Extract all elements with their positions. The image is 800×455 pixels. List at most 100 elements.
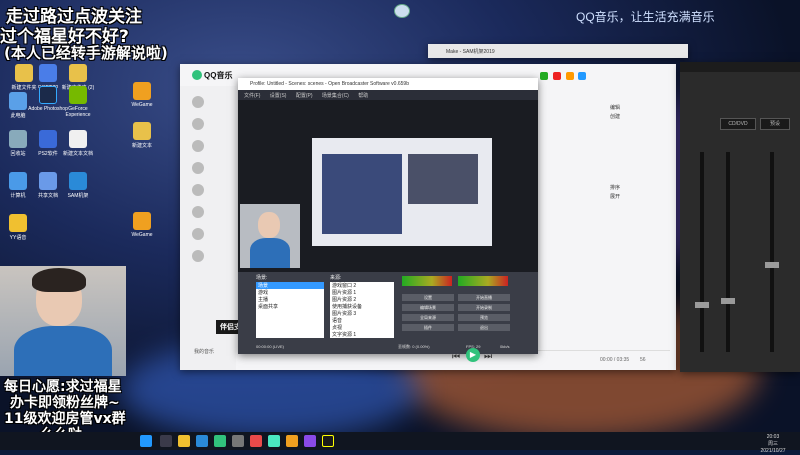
preview-webcam: [240, 204, 300, 268]
start-stream-button[interactable]: 开始直播: [458, 294, 510, 301]
app-icon[interactable]: [565, 72, 574, 80]
task-view-icon[interactable]: [160, 435, 172, 447]
app-icon[interactable]: [540, 72, 548, 80]
settings-button[interactable]: 设置: [402, 294, 454, 301]
mascot-icon: [394, 4, 410, 18]
start-recording-button[interactable]: 开始录制: [458, 304, 510, 311]
obs-titlebar[interactable]: Profile: Untitled - Scenes: scenes - Ope…: [238, 78, 538, 90]
cd-dvd-button[interactable]: CD/DVD: [720, 118, 756, 130]
qq-music-logo-icon: [192, 70, 202, 80]
sidebar-item[interactable]: [192, 118, 204, 130]
preset-button[interactable]: 预设: [760, 118, 790, 130]
obs-taskbar-icon[interactable]: [232, 435, 244, 447]
qq-music-app-name: QQ音乐: [204, 71, 233, 80]
taskbar-clock[interactable]: 20:03 周三 2021/10/27: [748, 434, 798, 455]
qq-music-taskbar-icon[interactable]: [214, 435, 226, 447]
source-item[interactable]: 语音: [330, 317, 394, 324]
sidebar-item[interactable]: [192, 184, 204, 196]
app-icon[interactable]: [268, 435, 280, 447]
qq-music-button[interactable]: 创建: [610, 113, 670, 120]
qq-music-button[interactable]: 编辑: [610, 104, 670, 111]
sam-window-titlebar[interactable]: Make - SAM机架2019: [428, 44, 688, 58]
desktop-icon[interactable]: GeForce Experience: [56, 86, 100, 118]
menu-item-profile[interactable]: 配置(P): [296, 93, 313, 99]
windows-start-icon[interactable]: [140, 435, 152, 447]
source-item[interactable]: 文字资源 1: [330, 331, 394, 338]
sidebar-item[interactable]: [192, 250, 204, 262]
scene-item[interactable]: 场景: [256, 282, 324, 289]
overlay-note-text: (本人已经转手游解说啦): [4, 44, 168, 62]
desktop-icon[interactable]: 新建文本: [120, 122, 164, 149]
wegame-icon[interactable]: [286, 435, 298, 447]
sources-list[interactable]: 游戏窗口 2 图片资源 1 图片资源 2 使用捕获设备 图片资源 3 语音 贞视…: [330, 282, 394, 338]
menu-item-settings[interactable]: 设置(S): [270, 93, 287, 99]
desktop-icon[interactable]: SAM机架: [56, 172, 100, 199]
source-item[interactable]: 图片资源 2: [330, 296, 394, 303]
scenes-list[interactable]: 场景 游戏 主播 桌面共享: [256, 282, 324, 338]
streamer-body: [14, 326, 112, 376]
app-icon: [9, 214, 27, 232]
preview-nested-window: [408, 154, 478, 204]
obs-preview: [238, 100, 538, 272]
app-icon[interactable]: [552, 72, 561, 80]
sidebar-item[interactable]: [192, 96, 204, 108]
menu-item-file[interactable]: 文件(F): [244, 93, 260, 99]
fader-knob[interactable]: [695, 302, 709, 308]
fader-track: [770, 152, 774, 352]
audio-meter-desktop: [458, 276, 508, 286]
desktop-icon[interactable]: YY语音: [0, 214, 40, 241]
plugins-button[interactable]: 插件: [402, 324, 454, 331]
app-icon: [39, 130, 57, 148]
fader-knob[interactable]: [765, 262, 779, 268]
desktop-icon[interactable]: 新建文本文档: [56, 130, 100, 157]
edit-scene-button[interactable]: 编辑场景: [402, 304, 454, 311]
sidebar-item[interactable]: [192, 228, 204, 240]
next-icon[interactable]: ⏭: [484, 351, 492, 362]
desktop-icon-label: WeGame: [131, 232, 153, 238]
play-icon[interactable]: ▶: [466, 348, 480, 362]
sidebar-item[interactable]: [192, 140, 204, 152]
sidebar-item[interactable]: [192, 162, 204, 174]
menu-item-scene-collection[interactable]: 场景集合(C): [322, 93, 349, 99]
computer-icon: [9, 172, 27, 190]
source-item[interactable]: 贞视: [330, 324, 394, 331]
previous-icon[interactable]: ⏮: [452, 351, 460, 362]
global-sources-button[interactable]: 全局来源: [402, 314, 454, 321]
qq-music-button[interactable]: 排序: [610, 184, 670, 191]
source-item[interactable]: 使用捕获设备: [330, 303, 394, 310]
qq-music-volume[interactable]: 56: [640, 357, 646, 363]
preview-button[interactable]: 预览: [458, 314, 510, 321]
folder-icon: [133, 122, 151, 140]
desktop-icon[interactable]: WeGame: [120, 82, 164, 108]
qq-music-slogan: QQ音乐，让生活充满音乐: [576, 10, 715, 24]
desktop-icon-label: YY语音: [9, 235, 27, 241]
scene-item[interactable]: 桌面共享: [256, 303, 324, 310]
file-explorer-icon[interactable]: [178, 435, 190, 447]
source-item[interactable]: 图片资源 3: [330, 310, 394, 317]
desktop-icon-label: WeGame: [131, 102, 153, 108]
menu-item-help[interactable]: 帮助: [358, 93, 368, 99]
qq-music-button[interactable]: 展开: [610, 193, 670, 200]
edge-icon[interactable]: [196, 435, 208, 447]
app-icon[interactable]: [322, 435, 334, 447]
sidebar-item[interactable]: [192, 206, 204, 218]
qq-music-my-music[interactable]: 我的音乐: [194, 348, 214, 355]
desktop-icon[interactable]: WeGame: [120, 212, 164, 238]
source-item[interactable]: 图片资源 1: [330, 289, 394, 296]
desktop: 新建文件夹 cyanmgo 新建文件夹 (2) 此电脑 Adobe Photos…: [0, 0, 800, 432]
app-icon[interactable]: [578, 72, 587, 80]
scene-item[interactable]: 游戏: [256, 289, 324, 296]
daw-window[interactable]: CD/DVD 预设: [680, 62, 800, 372]
source-item[interactable]: 游戏窗口 2: [330, 282, 394, 289]
desktop-icon-label: 回收站: [10, 151, 26, 157]
daw-titlebar[interactable]: [680, 62, 800, 72]
app-icon[interactable]: [250, 435, 262, 447]
text-file-icon: [69, 130, 87, 148]
app-icon[interactable]: [304, 435, 316, 447]
fader-knob[interactable]: [721, 298, 735, 304]
qq-music-time: 00:00 / 03:35: [600, 357, 630, 363]
scene-item[interactable]: 主播: [256, 296, 324, 303]
obs-window[interactable]: Profile: Untitled - Scenes: scenes - Ope…: [238, 78, 538, 354]
taskbar: 20:03 周三 2021/10/27: [0, 432, 800, 454]
exit-button[interactable]: 退出: [458, 324, 510, 331]
